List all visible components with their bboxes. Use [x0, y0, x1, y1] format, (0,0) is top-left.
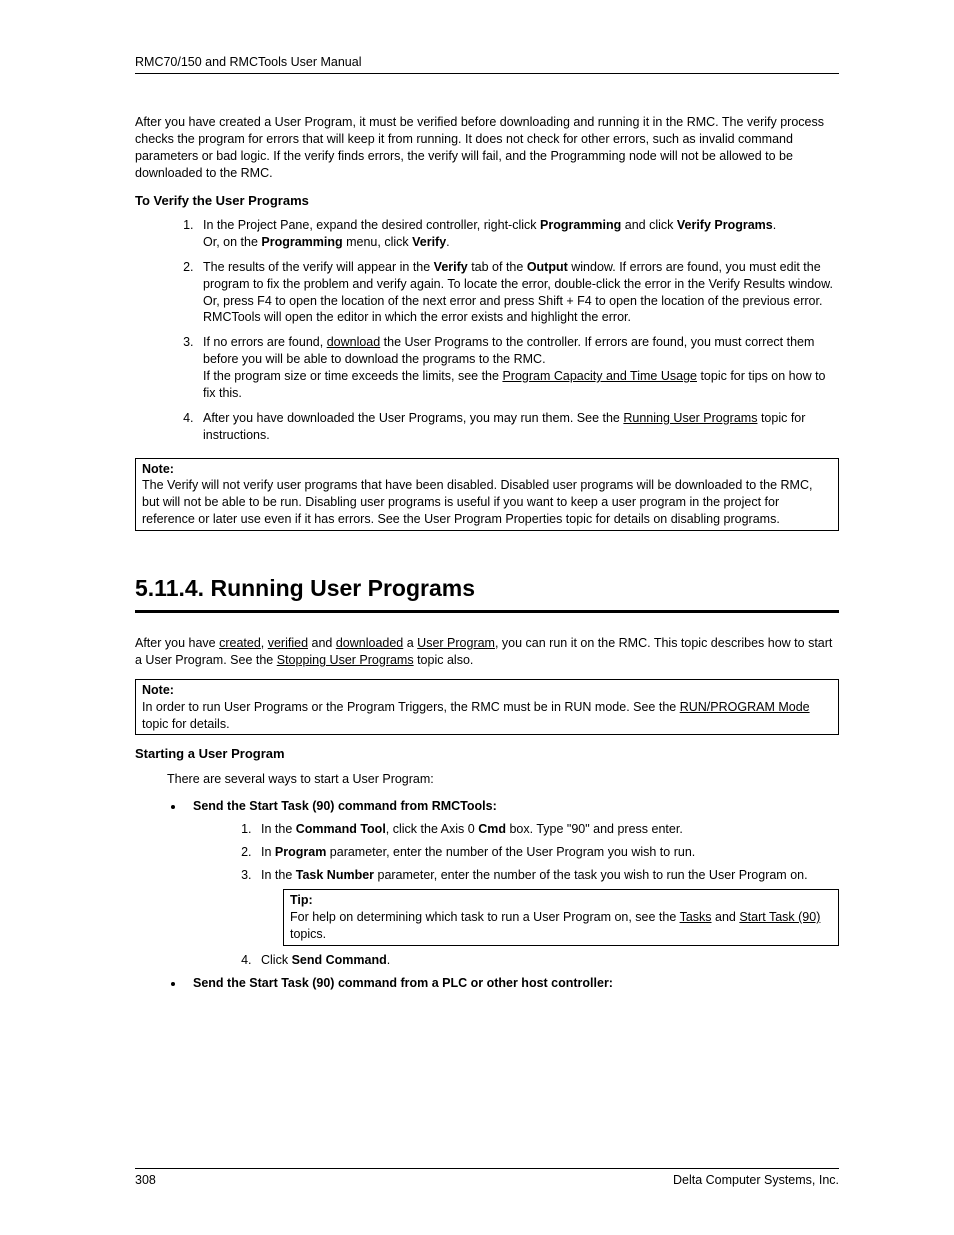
link-created[interactable]: created: [219, 636, 261, 650]
starting-intro: There are several ways to start a User P…: [167, 771, 839, 788]
list-item: In the Project Pane, expand the desired …: [197, 217, 839, 251]
note-text: The Verify will not verify user programs…: [142, 478, 812, 526]
text: After you have: [135, 636, 219, 650]
text: and: [308, 636, 336, 650]
text: In the Project Pane, expand the desired …: [203, 218, 540, 232]
list-item: Send the Start Task (90) command from a …: [185, 975, 839, 992]
list-item: Click Send Command.: [255, 952, 839, 969]
running-intro: After you have created, verified and dow…: [135, 635, 839, 669]
intro-paragraph: After you have created a User Program, i…: [135, 114, 839, 182]
bullet-heading: Send the Start Task (90) command from a …: [193, 976, 613, 990]
text: menu, click: [343, 235, 412, 249]
text: parameter, enter the number of the User …: [326, 845, 695, 859]
link-downloaded[interactable]: downloaded: [336, 636, 403, 650]
tip-box: Tip: For help on determining which task …: [283, 889, 839, 946]
text: .: [387, 953, 390, 967]
note-label: Note:: [142, 462, 174, 476]
link-verified[interactable]: verified: [268, 636, 308, 650]
text: For help on determining which task to ru…: [290, 910, 680, 924]
list-item: The results of the verify will appear in…: [197, 259, 839, 327]
link-tasks[interactable]: Tasks: [680, 910, 712, 924]
note-label: Note:: [142, 683, 174, 697]
text: a: [403, 636, 417, 650]
text-bold: Programming: [540, 218, 621, 232]
text-bold: Command Tool: [296, 822, 386, 836]
text: , click the Axis 0: [386, 822, 478, 836]
text: topic for details.: [142, 717, 230, 731]
text-bold: Programming: [261, 235, 342, 249]
text: and: [712, 910, 740, 924]
list-item: In the Command Tool, click the Axis 0 Cm…: [255, 821, 839, 838]
text: and click: [621, 218, 677, 232]
bullet-heading: Send the Start Task (90) command from RM…: [193, 799, 497, 813]
text: .: [446, 235, 449, 249]
section-title: 5.11.4. Running User Programs: [135, 573, 839, 613]
verify-heading: To Verify the User Programs: [135, 192, 839, 210]
text-bold: Verify: [412, 235, 446, 249]
verify-steps-list: In the Project Pane, expand the desired …: [135, 217, 839, 444]
page-footer: 308 Delta Computer Systems, Inc.: [135, 1168, 839, 1187]
text-bold: Cmd: [478, 822, 506, 836]
text: Or, on the: [203, 235, 261, 249]
text: In the: [261, 822, 296, 836]
text: tab of the: [468, 260, 527, 274]
note-box: Note: The Verify will not verify user pr…: [135, 458, 839, 532]
text-bold: Program: [275, 845, 326, 859]
text: After you have downloaded the User Progr…: [203, 411, 623, 425]
text: box. Type "90" and press enter.: [506, 822, 683, 836]
page-number: 308: [135, 1173, 156, 1187]
text: In the: [261, 868, 296, 882]
company-name: Delta Computer Systems, Inc.: [673, 1173, 839, 1187]
text: parameter, enter the number of the task …: [374, 868, 808, 882]
text: In order to run User Programs or the Pro…: [142, 700, 680, 714]
text: topics.: [290, 927, 326, 941]
text-bold: Verify Programs: [677, 218, 773, 232]
text: .: [773, 218, 776, 232]
list-item: In the Task Number parameter, enter the …: [255, 867, 839, 947]
text: In: [261, 845, 275, 859]
starting-heading: Starting a User Program: [135, 745, 839, 763]
link-stopping-user-programs[interactable]: Stopping User Programs: [277, 653, 414, 667]
link-user-program[interactable]: User Program: [417, 636, 495, 650]
text-bold: Output: [527, 260, 568, 274]
list-item: In Program parameter, enter the number o…: [255, 844, 839, 861]
list-item: Send the Start Task (90) command from RM…: [185, 798, 839, 969]
link-download[interactable]: download: [327, 335, 381, 349]
text-bold: Task Number: [296, 868, 374, 882]
start-methods-list: Send the Start Task (90) command from RM…: [135, 798, 839, 992]
page-header: RMC70/150 and RMCTools User Manual: [135, 55, 839, 74]
text: If no errors are found,: [203, 335, 327, 349]
list-item: If no errors are found, download the Use…: [197, 334, 839, 402]
text: If the program size or time exceeds the …: [203, 369, 502, 383]
link-start-task-90[interactable]: Start Task (90): [739, 910, 820, 924]
text-bold: Send Command: [292, 953, 387, 967]
text: Click: [261, 953, 292, 967]
note-box: Note: In order to run User Programs or t…: [135, 679, 839, 736]
text: ,: [261, 636, 268, 650]
text: topic also.: [414, 653, 474, 667]
text: The results of the verify will appear in…: [203, 260, 434, 274]
list-item: After you have downloaded the User Progr…: [197, 410, 839, 444]
text-bold: Verify: [434, 260, 468, 274]
link-running-user-programs[interactable]: Running User Programs: [623, 411, 757, 425]
tip-label: Tip:: [290, 893, 313, 907]
link-program-capacity[interactable]: Program Capacity and Time Usage: [502, 369, 697, 383]
link-run-program-mode[interactable]: RUN/PROGRAM Mode: [680, 700, 810, 714]
rmctools-steps: In the Command Tool, click the Axis 0 Cm…: [193, 821, 839, 969]
